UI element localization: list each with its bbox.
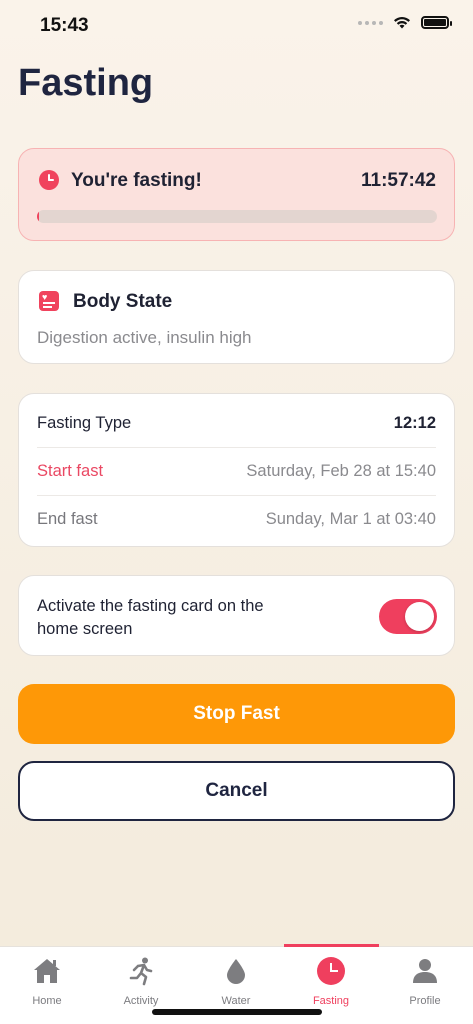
status-bar: 15:43 <box>0 0 473 52</box>
tab-water[interactable]: Water <box>189 955 283 1013</box>
home-card-toggle-row: Activate the fasting card on the home sc… <box>18 575 455 656</box>
fasting-status-banner: You're fasting! 11:57:42 <box>18 148 455 241</box>
tab-profile[interactable]: Profile <box>378 955 472 1013</box>
home-card-toggle-label: Activate the fasting card on the home sc… <box>37 597 264 638</box>
water-drop-icon <box>220 955 252 987</box>
wifi-icon <box>394 17 410 29</box>
fasting-status-label: You're fasting! <box>71 170 202 191</box>
tab-activity-label: Activity <box>123 995 159 1007</box>
status-time: 15:43 <box>40 15 89 36</box>
tab-water-label: Water <box>221 995 251 1007</box>
active-tab-indicator <box>284 944 379 947</box>
person-icon <box>409 955 441 987</box>
fasting-progress-bar <box>37 210 437 223</box>
start-fast-label: Start fast <box>37 462 104 480</box>
tab-profile-label: Profile <box>409 995 441 1007</box>
status-icons <box>358 16 452 29</box>
tab-home-label: Home <box>32 995 62 1007</box>
fasting-type-label: Fasting Type <box>37 413 132 432</box>
home-card-toggle-switch[interactable] <box>379 599 437 634</box>
clock-icon <box>315 955 347 987</box>
tab-home[interactable]: Home <box>0 955 94 1013</box>
end-fast-value: Sunday, Mar 1 at 03:40 <box>265 510 436 528</box>
fasting-type-row[interactable]: Fasting Type 12:12 <box>37 399 436 447</box>
end-fast-label: End fast <box>37 510 98 528</box>
fasting-info-card: Fasting Type 12:12 Start fast Saturday, … <box>18 393 455 547</box>
running-icon <box>125 955 157 987</box>
start-fast-value: Saturday, Feb 28 at 15:40 <box>246 462 436 480</box>
page-title: Fasting <box>18 62 154 104</box>
body-state-icon: ♥ <box>39 291 59 311</box>
battery-icon <box>421 16 452 29</box>
cancel-button[interactable]: Cancel <box>18 761 455 821</box>
fasting-timer: 11:57:42 <box>360 170 436 191</box>
fasting-type-value: 12:12 <box>393 413 436 432</box>
clock-icon <box>39 170 59 190</box>
stop-fast-button[interactable]: Stop Fast <box>18 684 455 744</box>
tab-activity[interactable]: Activity <box>94 955 188 1013</box>
tab-fasting-label: Fasting <box>312 995 350 1007</box>
start-fast-row[interactable]: Start fast Saturday, Feb 28 at 15:40 <box>37 447 436 495</box>
end-fast-row: End fast Sunday, Mar 1 at 03:40 <box>37 495 436 543</box>
home-indicator <box>152 1009 322 1015</box>
body-state-title: Body State <box>73 291 173 312</box>
tab-fasting[interactable]: Fasting <box>284 955 378 1013</box>
signal-icon <box>358 20 383 25</box>
home-icon <box>31 955 63 987</box>
toggle-knob <box>405 602 434 631</box>
body-state-description: Digestion active, insulin high <box>37 328 252 347</box>
fasting-progress-fill <box>37 210 39 223</box>
body-state-card[interactable]: ♥ Body State Digestion active, insulin h… <box>18 270 455 364</box>
